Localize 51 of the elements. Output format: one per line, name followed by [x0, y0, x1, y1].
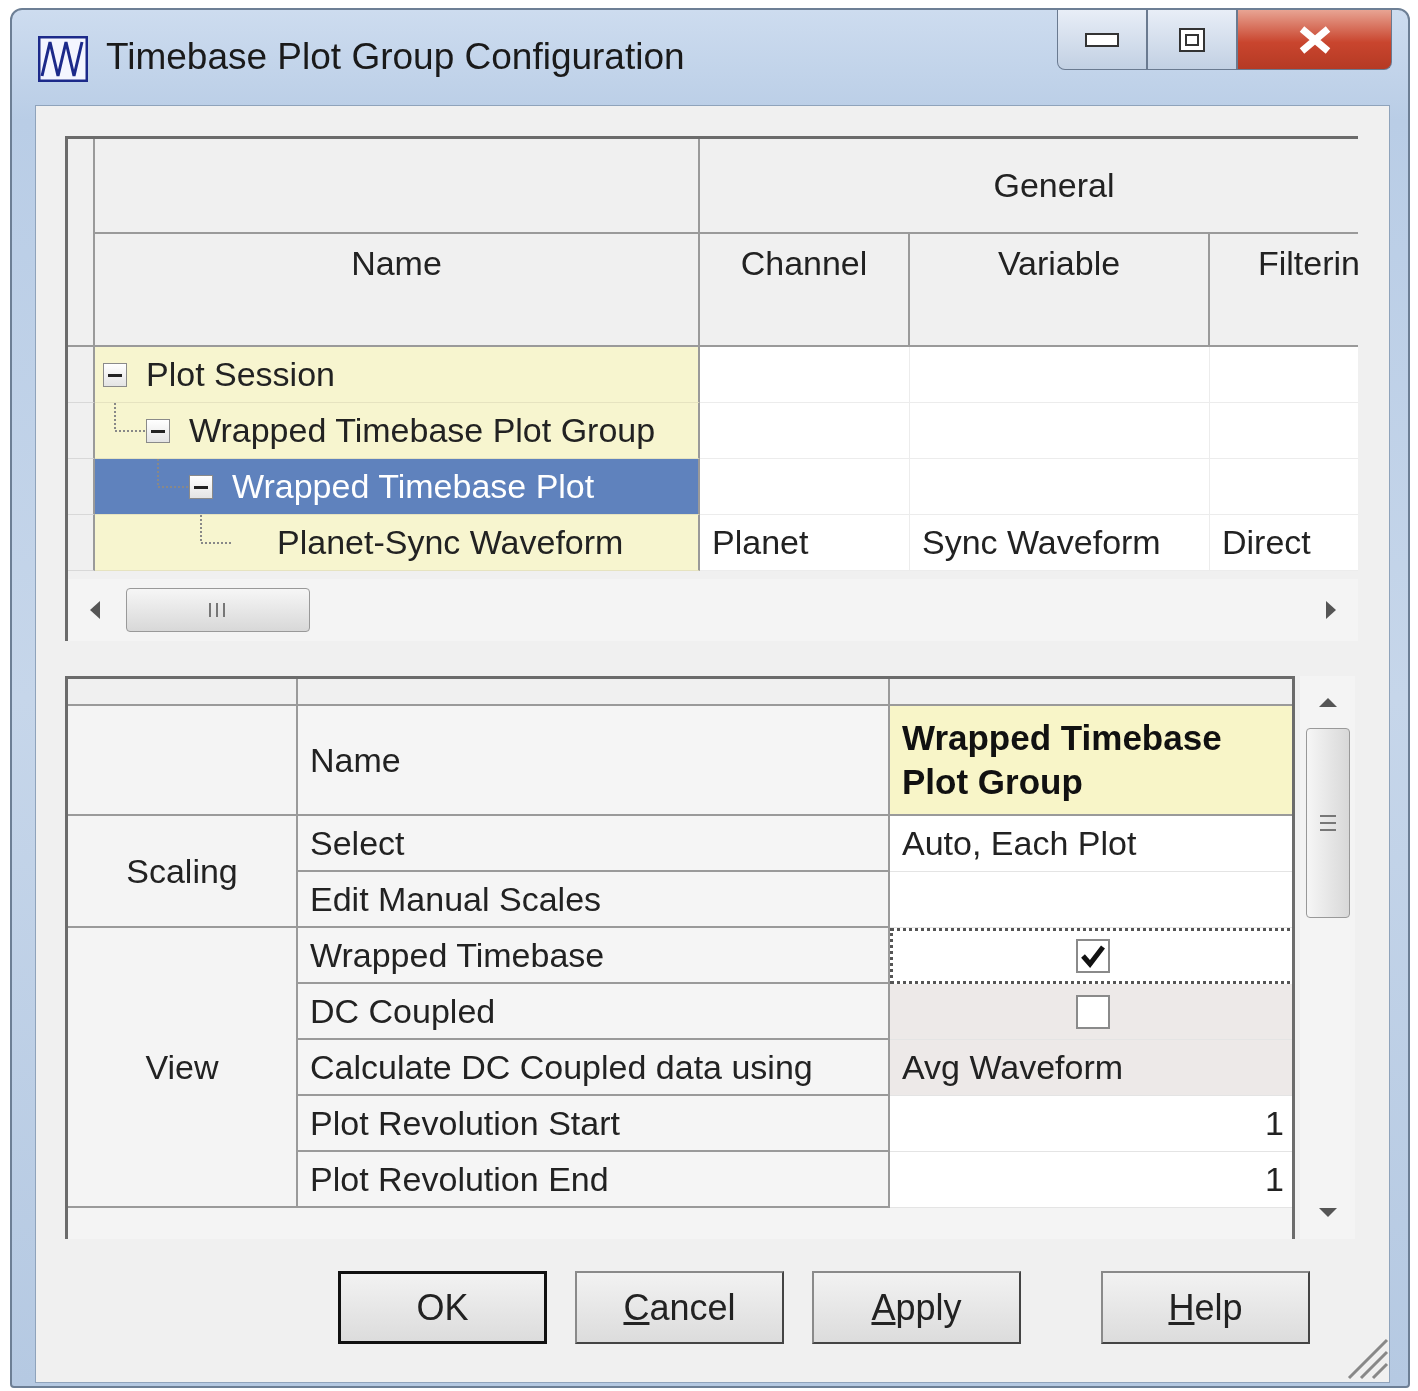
scrollbar-thumb[interactable]	[1305, 728, 1350, 918]
minimize-icon	[1085, 32, 1119, 47]
table-cell: Sync Waveform	[910, 515, 1210, 571]
dialog-button[interactable]: Cancel	[575, 1271, 784, 1344]
property-label: Plot Revolution Start	[298, 1096, 890, 1152]
scroll-left-icon[interactable]	[88, 599, 102, 621]
close-button[interactable]	[1237, 10, 1392, 70]
tree-row[interactable]: Wrapped Timebase Plot	[95, 459, 700, 515]
row-header-cell[interactable]	[68, 515, 95, 571]
maximize-button[interactable]	[1147, 10, 1237, 70]
category-label: Scaling	[68, 816, 298, 928]
scroll-right-icon[interactable]	[1324, 599, 1338, 621]
checkbox[interactable]	[1076, 994, 1110, 1029]
scrollbar-thumb[interactable]	[126, 588, 310, 632]
column-header[interactable]: Variable	[910, 234, 1210, 347]
restore-icon	[1178, 26, 1206, 53]
property-value[interactable]	[890, 928, 1292, 984]
column-header[interactable]: Channel	[700, 234, 910, 347]
resize-grip-icon[interactable]	[1345, 1336, 1389, 1380]
property-label: DC Coupled	[298, 984, 890, 1040]
tree-row[interactable]: Wrapped Timebase Plot Group	[95, 403, 700, 459]
property-label: Calculate DC Coupled data using	[298, 1040, 890, 1096]
table-cell: Planet	[700, 515, 910, 571]
property-value[interactable]: 1	[890, 1096, 1292, 1152]
dialog-button[interactable]: Help	[1101, 1271, 1310, 1344]
dialog-button[interactable]: Apply	[812, 1271, 1021, 1344]
collapse-icon[interactable]	[146, 418, 170, 443]
table-cell: Direct	[1210, 515, 1358, 571]
window-title: Timebase Plot Group Configuration	[106, 36, 685, 78]
collapse-icon[interactable]	[103, 362, 127, 387]
waveform-icon	[38, 36, 88, 82]
dialog-button[interactable]: OK	[338, 1271, 547, 1344]
property-value[interactable]: Avg Waveform	[890, 1040, 1292, 1096]
tree-row[interactable]: Planet-Sync Waveform	[95, 515, 700, 571]
category-label: View	[68, 928, 298, 1208]
row-header-cell[interactable]	[68, 347, 95, 403]
row-header-cell[interactable]	[68, 403, 95, 459]
checkbox[interactable]	[1076, 939, 1110, 973]
minimize-button[interactable]	[1057, 10, 1147, 70]
property-label: Select	[298, 816, 890, 872]
collapse-icon[interactable]	[189, 474, 213, 499]
property-label: Wrapped Timebase	[298, 928, 890, 984]
column-header: Wrapped Timebase Plot Group	[890, 706, 1292, 816]
property-value[interactable]: Auto, Each Plot	[890, 816, 1292, 872]
property-label: Plot Revolution End	[298, 1152, 890, 1208]
column-header[interactable]: Name	[95, 234, 700, 347]
property-label: Edit Manual Scales	[298, 872, 890, 928]
tree-row[interactable]: Plot Session	[95, 347, 700, 403]
property-label: Name	[298, 706, 890, 816]
property-value[interactable]: 1	[890, 1152, 1292, 1208]
row-header-cell[interactable]	[68, 459, 95, 515]
